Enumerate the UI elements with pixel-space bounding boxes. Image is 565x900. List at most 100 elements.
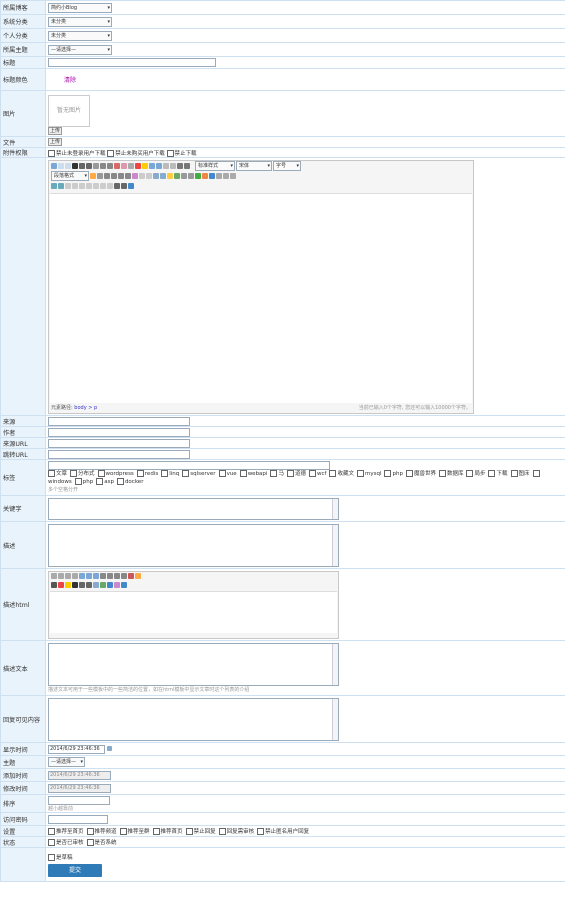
- setting-checkbox[interactable]: [86, 828, 94, 835]
- highlight-icon[interactable]: [142, 163, 148, 169]
- source-input[interactable]: [48, 416, 190, 426]
- help-icon[interactable]: [128, 183, 134, 189]
- font-select[interactable]: 宋体: [236, 161, 272, 171]
- desc-text-textarea[interactable]: [48, 643, 339, 686]
- search-icon[interactable]: [121, 183, 127, 189]
- map-icon[interactable]: [174, 173, 180, 179]
- align-left-icon[interactable]: [104, 173, 110, 179]
- html-hilite-icon[interactable]: [65, 582, 71, 588]
- status-checkbox[interactable]: [86, 839, 94, 846]
- tag-checkbox[interactable]: [70, 470, 78, 477]
- unlink-icon[interactable]: [139, 173, 145, 179]
- html-fullscreen-icon[interactable]: [135, 573, 141, 579]
- image-icon[interactable]: [153, 173, 159, 179]
- row-insert-icon[interactable]: [86, 183, 92, 189]
- html-flash-icon[interactable]: [100, 582, 106, 588]
- superscript-icon[interactable]: [100, 163, 106, 169]
- user-cat-select[interactable]: 未分类: [48, 30, 112, 41]
- html-clear-icon[interactable]: [128, 573, 134, 579]
- select-all-icon[interactable]: [163, 163, 169, 169]
- tag-checkbox[interactable]: [384, 470, 392, 477]
- hr-icon[interactable]: [216, 173, 222, 179]
- reply-scrollbar[interactable]: [332, 698, 338, 740]
- align-right-icon[interactable]: [118, 173, 124, 179]
- topic-select[interactable]: —请选择—: [48, 44, 112, 55]
- tag-checkbox[interactable]: [218, 470, 226, 477]
- status-checkbox[interactable]: [48, 839, 55, 846]
- html-heading-icon[interactable]: [51, 582, 57, 588]
- tags-input[interactable]: [48, 461, 330, 470]
- tag-checkbox[interactable]: [48, 470, 55, 477]
- format-icon[interactable]: [114, 163, 120, 169]
- html-list-icon[interactable]: [121, 573, 127, 579]
- clear-doc-icon[interactable]: [170, 163, 176, 169]
- password-input[interactable]: [48, 814, 108, 824]
- html-undo-icon[interactable]: [65, 573, 71, 579]
- subscript-icon[interactable]: [107, 163, 113, 169]
- emotion-icon[interactable]: [167, 173, 173, 179]
- paragraph-select[interactable]: 段落格式: [51, 171, 89, 181]
- setting-checkbox[interactable]: [257, 828, 265, 835]
- rtl-icon[interactable]: [97, 173, 103, 179]
- table-insert-icon[interactable]: [72, 183, 78, 189]
- table-delete-icon[interactable]: [79, 183, 85, 189]
- html-align-center-icon[interactable]: [107, 573, 113, 579]
- align-center-icon[interactable]: [111, 173, 117, 179]
- html-link-icon[interactable]: [114, 582, 120, 588]
- show-time-input[interactable]: 2014/6/29 23:46:36: [48, 744, 105, 754]
- tag-checkbox[interactable]: [161, 470, 169, 477]
- draft-checkbox[interactable]: [48, 853, 55, 861]
- code-icon[interactable]: [202, 173, 208, 179]
- tag-checkbox[interactable]: [96, 478, 104, 485]
- tag-checkbox[interactable]: [488, 470, 496, 477]
- html-italic-icon[interactable]: [79, 582, 85, 588]
- perm-checkbox-3[interactable]: [166, 149, 174, 157]
- strike-icon[interactable]: [93, 163, 99, 169]
- italic-icon[interactable]: [79, 163, 85, 169]
- perm-checkbox-2[interactable]: [107, 149, 115, 157]
- blockquote-icon[interactable]: [121, 163, 127, 169]
- clear-color-link[interactable]: 清除: [64, 77, 76, 84]
- html-redo-icon[interactable]: [72, 573, 78, 579]
- desc-text-scrollbar[interactable]: [332, 644, 338, 685]
- video-icon[interactable]: [181, 173, 187, 179]
- setting-checkbox[interactable]: [185, 828, 193, 835]
- author-input[interactable]: [48, 427, 190, 437]
- reply-content-textarea[interactable]: [48, 697, 339, 741]
- undo-icon[interactable]: [58, 163, 64, 169]
- calendar-icon[interactable]: [106, 745, 112, 751]
- tag-checkbox[interactable]: [466, 470, 474, 477]
- setting-checkbox[interactable]: [48, 828, 55, 835]
- time-icon[interactable]: [230, 173, 236, 179]
- image-upload-button[interactable]: 上传: [48, 126, 63, 135]
- html-bold-icon[interactable]: [72, 582, 78, 588]
- keywords-scrollbar[interactable]: [332, 498, 338, 519]
- html-paste-icon[interactable]: [93, 573, 99, 579]
- html-help-icon[interactable]: [121, 582, 127, 588]
- row-spacing-icon[interactable]: [177, 163, 183, 169]
- order-input[interactable]: [48, 795, 110, 805]
- link-icon[interactable]: [132, 173, 138, 179]
- html-align-left-icon[interactable]: [100, 573, 106, 579]
- keywords-textarea[interactable]: [48, 497, 339, 520]
- tag-checkbox[interactable]: [270, 470, 278, 477]
- html-preview-icon[interactable]: [58, 573, 64, 579]
- tag-checkbox[interactable]: [510, 470, 518, 477]
- tag-checkbox[interactable]: [182, 470, 190, 477]
- sys-cat-select[interactable]: 未分类: [48, 16, 112, 27]
- size-select[interactable]: 字号: [273, 161, 301, 171]
- theme-select[interactable]: —请选择—: [48, 757, 85, 767]
- html-underline-icon[interactable]: [86, 582, 92, 588]
- style-select[interactable]: 标准样式: [195, 161, 235, 171]
- music-icon[interactable]: [188, 173, 194, 179]
- file-upload-button[interactable]: 上传: [48, 138, 63, 146]
- perm-checkbox-1[interactable]: [48, 149, 55, 157]
- tag-checkbox[interactable]: [136, 470, 144, 477]
- date-icon[interactable]: [223, 173, 229, 179]
- anchor-icon[interactable]: [146, 173, 152, 179]
- attachment-icon[interactable]: [195, 173, 201, 179]
- table-icon[interactable]: [209, 173, 215, 179]
- jump-url-input[interactable]: [48, 449, 190, 459]
- paragraph-icon[interactable]: [184, 163, 190, 169]
- ltr-icon[interactable]: [90, 173, 96, 179]
